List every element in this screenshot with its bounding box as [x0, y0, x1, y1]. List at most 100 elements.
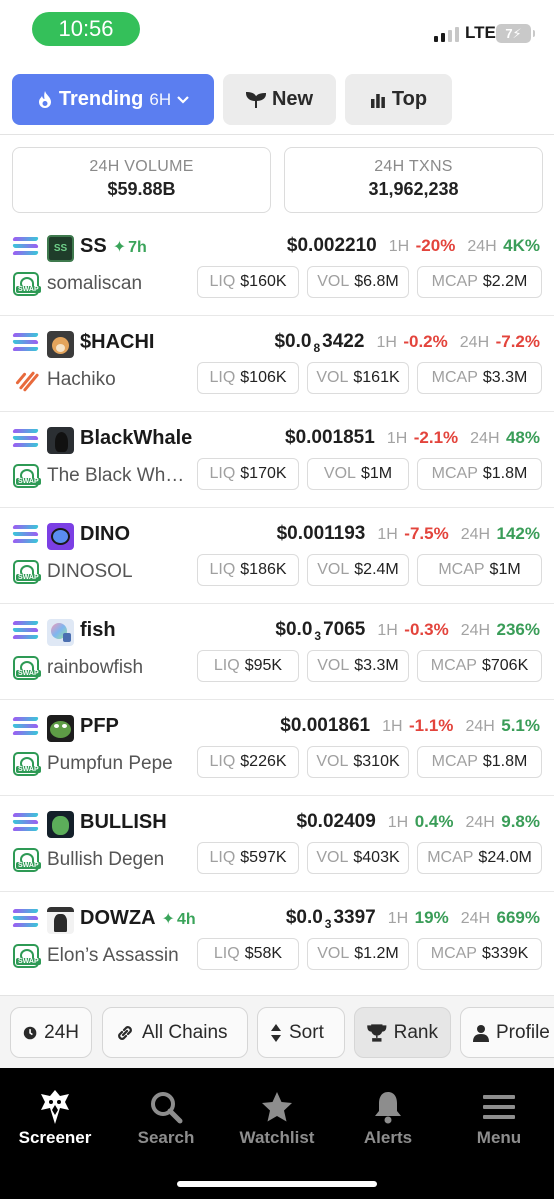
- mcap-label: MCAP: [431, 369, 478, 386]
- nav-watchlist[interactable]: Watchlist: [222, 1086, 332, 1148]
- token-name: Bullish Degen: [47, 849, 165, 870]
- change-24h-label: 24H: [460, 526, 491, 543]
- mcap-chip: MCAP $24.0M: [417, 842, 542, 874]
- token-row[interactable]: $HACHI Hachiko $0.0 8 3422 1H -0.2% 24H -7…: [0, 316, 554, 412]
- change-1h: 1H -7.5%: [377, 524, 448, 544]
- stat-volume-label: 24H VOLUME: [89, 158, 194, 175]
- rank-button[interactable]: Rank: [354, 1007, 451, 1058]
- liq-value: $106K: [240, 369, 287, 386]
- status-bar: 10:56 LTE 7 ⚡: [0, 0, 554, 62]
- price-line: $0.001851 1H -2.1% 24H 48%: [285, 427, 540, 449]
- mcap-value: $1.8M: [482, 465, 528, 482]
- change-24h: 24H 5.1%: [465, 716, 540, 736]
- nav-menu[interactable]: Menu: [444, 1086, 554, 1148]
- nav-search[interactable]: Search: [111, 1086, 221, 1148]
- token-row[interactable]: BlackWhale SWAP The Black Wh… $0.001851 …: [0, 412, 554, 508]
- price-digits: 3397: [333, 907, 376, 928]
- volume-chip: VOL $1M: [307, 458, 409, 490]
- token-price: $0.002210: [286, 235, 377, 256]
- sort-button[interactable]: Sort: [257, 1007, 345, 1058]
- liquidity-chip: LIQ $170K: [197, 458, 299, 490]
- price-zero-count: 3: [314, 629, 322, 643]
- price-digits: 7065: [323, 619, 366, 640]
- change-24h-label: 24H: [467, 238, 497, 255]
- token-name: rainbowfish: [47, 657, 144, 678]
- vol-label: VOL: [316, 849, 349, 866]
- token-name: Elon’s Assassin: [47, 945, 179, 966]
- stat-volume-value: $59.88B: [107, 179, 176, 199]
- divider: [0, 134, 554, 135]
- timeframe-filter-button[interactable]: 24H: [10, 1007, 92, 1058]
- token-symbol: DOWZA ✦ 4h: [80, 907, 196, 930]
- bell-icon: [375, 1092, 401, 1124]
- liquidity-chip: LIQ $597K: [197, 842, 299, 874]
- token-row[interactable]: DINO SWAP DINOSOL $0.001193 1H -7.5% 24H…: [0, 508, 554, 604]
- top-tabs: Trending 6H New Top: [12, 74, 452, 125]
- volume-chip: VOL $2.4M: [307, 554, 409, 586]
- vol-label: VOL: [316, 753, 349, 770]
- chains-filter-button[interactable]: All Chains: [102, 1007, 248, 1058]
- change-24h: 24H -7.2%: [460, 332, 540, 352]
- metric-chips: LIQ $186K VOL $2.4M MCAP $1M: [197, 554, 542, 586]
- liq-value: $170K: [240, 465, 287, 482]
- liq-value: $597K: [240, 849, 287, 866]
- mcap-chip: MCAP $706K: [417, 650, 542, 682]
- nav-alerts-label: Alerts: [363, 1128, 413, 1147]
- token-row[interactable]: fish SWAP rainbowfish $0.0 3 7065 1H -0.3%…: [0, 604, 554, 700]
- liq-label: LIQ: [209, 465, 236, 482]
- token-row[interactable]: BULLISH SWAP Bullish Degen $0.02409 1H 0…: [0, 796, 554, 892]
- price-prefix: $0.0: [285, 907, 323, 928]
- change-1h: 1H -1.1%: [382, 716, 453, 736]
- token-avatar: [47, 907, 74, 934]
- change-1h: 1H -20%: [389, 236, 456, 256]
- nav-screener[interactable]: Screener: [0, 1086, 110, 1148]
- token-symbol-text: fish: [80, 619, 116, 641]
- bar-chart-icon: [370, 93, 385, 108]
- tab-new-label: New: [271, 88, 314, 110]
- sprout-icon: [245, 91, 266, 108]
- price-line: $0.02409 1H 0.4% 24H 9.8%: [297, 811, 540, 833]
- stat-txns-value: 31,962,238: [368, 179, 459, 199]
- vol-value: $1M: [360, 465, 393, 482]
- token-avatar: [47, 619, 74, 646]
- change-24h-value: 236%: [496, 620, 540, 639]
- mcap-label: MCAP: [427, 849, 474, 866]
- vol-label: VOL: [323, 465, 356, 482]
- change-1h: 1H -0.2%: [376, 332, 447, 352]
- profile-filter-button[interactable]: Profile: [460, 1007, 554, 1058]
- nav-alerts[interactable]: Alerts: [333, 1086, 443, 1148]
- sort-icon: [271, 1023, 281, 1042]
- raydium-swap-icon: SWAP: [13, 944, 41, 968]
- token-row[interactable]: PFP SWAP Pumpfun Pepe $0.001861 1H -1.1%…: [0, 700, 554, 796]
- flame-icon: [38, 90, 51, 108]
- mcap-value: $24.0M: [478, 849, 532, 866]
- filter-bar: 24H All Chains Sort Rank Profile: [0, 995, 554, 1068]
- change-24h-value: 9.8%: [501, 812, 540, 831]
- volume-chip: VOL $310K: [307, 746, 409, 778]
- change-24h-label: 24H: [460, 910, 491, 927]
- solana-icon: [12, 237, 39, 257]
- chains-filter-label: All Chains: [142, 1021, 228, 1043]
- liq-value: $186K: [240, 561, 287, 578]
- token-symbol-text: DOWZA: [80, 907, 156, 929]
- clock-icon: [23, 1026, 37, 1039]
- liquidity-chip: LIQ $106K: [197, 362, 299, 394]
- token-row[interactable]: DOWZA ✦ 4h SWAP Elon’s Assassin $0.0 3 3397 …: [0, 892, 554, 988]
- price-prefix: $0.0: [275, 619, 313, 640]
- tab-top[interactable]: Top: [345, 74, 452, 125]
- token-price: $0.001193: [276, 523, 366, 544]
- mcap-label: MCAP: [430, 657, 477, 674]
- token-avatar: [47, 331, 74, 358]
- solana-icon: [12, 333, 39, 353]
- tab-new[interactable]: New: [223, 74, 336, 125]
- tab-trending[interactable]: Trending 6H: [12, 74, 214, 125]
- token-row[interactable]: SS SS ✦ 7h SWAP somaliscan $0.002210 1H -2…: [0, 220, 554, 316]
- solana-icon: [12, 813, 39, 833]
- price-line: $0.0 8 3422 1H -0.2% 24H -7.2%: [274, 331, 540, 355]
- vol-value: $3.3M: [354, 657, 399, 674]
- token-name: somaliscan: [47, 273, 143, 294]
- liq-label: LIQ: [209, 369, 236, 386]
- token-symbol-text: DINO: [80, 523, 130, 545]
- change-1h-value: -7.5%: [404, 524, 449, 543]
- volume-chip: VOL $3.3M: [307, 650, 409, 682]
